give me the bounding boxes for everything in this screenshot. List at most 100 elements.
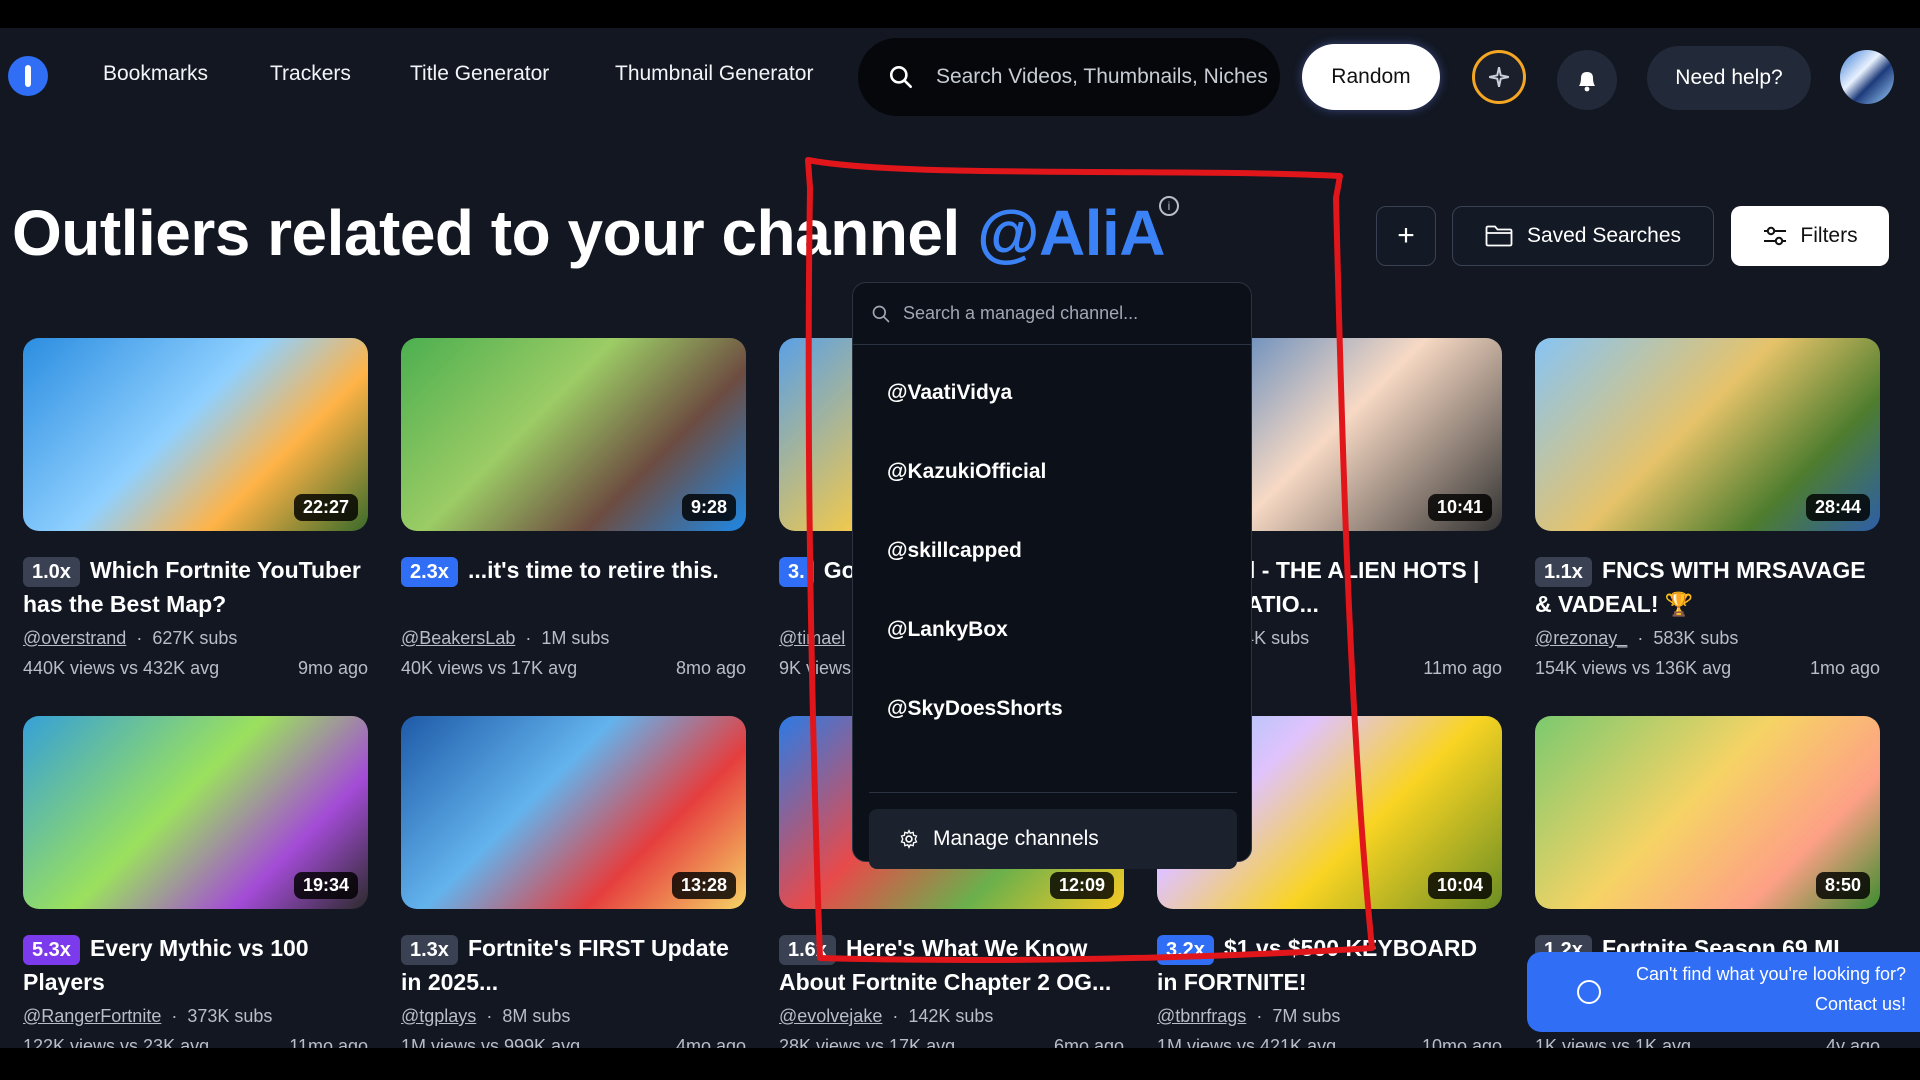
separator-dot: ·: [882, 1006, 909, 1026]
separator-dot: ·: [476, 1006, 503, 1026]
separator-dot: ·: [1627, 628, 1654, 648]
channel-handle-link[interactable]: @evolvejake: [779, 1006, 882, 1026]
contact-chat-widget[interactable]: Can't find what you're looking for? Cont…: [1527, 952, 1920, 1032]
view-stats: 40K views vs 17K avg 8mo ago: [401, 658, 746, 679]
subscriber-count: 627K subs: [152, 628, 238, 648]
channel-option[interactable]: @SkyDoesShorts: [887, 697, 1063, 721]
need-help-button[interactable]: Need help?: [1647, 46, 1811, 110]
channel-meta: @RangerFortnite · 373K subs: [23, 1006, 272, 1027]
outlier-score-badge: 1.0x: [23, 557, 80, 587]
search-icon: [872, 305, 890, 322]
chat-line-1: Can't find what you're looking for?: [1635, 964, 1906, 984]
logo-icon[interactable]: [8, 56, 48, 96]
video-title[interactable]: 3.2x $1 vs $500 KEYBOARD in FORTNITE!: [1157, 931, 1502, 999]
video-title[interactable]: 2.3x ...it's time to retire this.: [401, 553, 746, 621]
user-avatar[interactable]: [1840, 50, 1894, 104]
manage-channels-button[interactable]: Manage channels: [869, 809, 1237, 869]
duration-badge: 10:04: [1427, 872, 1492, 899]
video-thumbnail[interactable]: 28:44: [1535, 338, 1880, 531]
upload-age: 4mo ago: [675, 1036, 746, 1048]
info-icon[interactable]: i: [1159, 196, 1179, 216]
random-button[interactable]: Random: [1302, 44, 1440, 110]
nav-title-generator[interactable]: Title Generator: [410, 62, 549, 86]
channel-handle-link[interactable]: @overstrand: [23, 628, 126, 648]
view-stats: 1M views vs 421K avg 10mo ago: [1157, 1036, 1502, 1048]
filters-label: Filters: [1800, 224, 1858, 247]
video-title[interactable]: 1.6x Here's What We Know About Fortnite C…: [779, 931, 1124, 999]
nav-bookmarks[interactable]: Bookmarks: [103, 62, 208, 86]
duration-badge: 19:34: [293, 872, 358, 899]
channel-handle-link[interactable]: @tbnrfrags: [1157, 1006, 1246, 1026]
channel-meta: @rezonay_ · 583K subs: [1535, 628, 1738, 649]
channel-handle-link[interactable]: @BeakersLab: [401, 628, 515, 648]
duration-badge: 9:28: [681, 494, 736, 521]
filters-button[interactable]: Filters: [1731, 206, 1889, 266]
managed-channel-search-input[interactable]: Search a managed channel...: [853, 283, 1251, 345]
outlier-score-badge: 3.: [779, 557, 814, 587]
duration-badge: 12:09: [1049, 872, 1114, 899]
upload-age: 10mo ago: [1421, 1036, 1502, 1048]
channel-meta: @overstrand · 627K subs: [23, 628, 237, 649]
video-title-text: ...it's time to retire this.: [467, 557, 719, 583]
bell-icon[interactable]: [1557, 50, 1617, 110]
channel-option[interactable]: @VaatiVidya: [887, 381, 1012, 405]
subscriber-count: 8M subs: [502, 1006, 571, 1026]
saved-searches-button[interactable]: Saved Searches: [1452, 206, 1714, 266]
view-count: 122K views vs 23K avg: [23, 1036, 210, 1048]
search-icon: [889, 65, 912, 89]
outlier-score-badge: 3.2x: [1157, 935, 1214, 965]
video-thumbnail[interactable]: 22:27: [23, 338, 368, 531]
view-stats: 122K views vs 23K avg 11mo ago: [23, 1036, 368, 1048]
channel-option[interactable]: @skillcapped: [887, 539, 1022, 563]
separator-dot: ·: [126, 628, 153, 648]
video-title[interactable]: 5.3x Every Mythic vs 100 Players: [23, 931, 368, 999]
video-thumbnail[interactable]: 13:28: [401, 716, 746, 909]
nav-trackers[interactable]: Trackers: [270, 62, 351, 86]
view-stats: 154K views vs 136K avg 1mo ago: [1535, 658, 1880, 679]
separator-dot: ·: [1246, 1006, 1273, 1026]
saved-searches-label: Saved Searches: [1526, 224, 1682, 247]
channel-meta: @tgplays · 8M subs: [401, 1006, 570, 1027]
video-thumbnail[interactable]: 19:34: [23, 716, 368, 909]
outlier-score-badge: 5.3x: [23, 935, 80, 965]
view-count: 40K views vs 17K avg: [401, 658, 578, 678]
video-title[interactable]: 1.0x Which Fortnite YouTuber has the Best…: [23, 553, 368, 621]
subscriber-count: 373K subs: [187, 1006, 273, 1026]
separator-dot: ·: [161, 1006, 188, 1026]
subscriber-count: 583K subs: [1653, 628, 1739, 648]
sliders-icon: [1764, 226, 1787, 246]
channel-option[interactable]: @LankyBox: [887, 618, 1008, 642]
sparkle-icon[interactable]: [1472, 50, 1526, 104]
outlier-score-badge: 1.6x: [779, 935, 836, 965]
channel-handle-link[interactable]: @tgplays: [401, 1006, 476, 1026]
nav-thumbnail-generator[interactable]: Thumbnail Generator: [615, 62, 813, 86]
channel-handle-link[interactable]: @RangerFortnite: [23, 1006, 161, 1026]
divider: [869, 792, 1237, 793]
video-title[interactable]: 1.3x Fortnite's FIRST Update in 2025...: [401, 931, 746, 999]
manage-channels-label: Manage channels: [933, 827, 1099, 850]
video-thumbnail[interactable]: 8:50: [1535, 716, 1880, 909]
search-input[interactable]: Search Videos, Thumbnails, Niches: [858, 38, 1280, 116]
channel-selector[interactable]: @AliA: [977, 197, 1165, 269]
channel-option[interactable]: @KazukiOfficial: [887, 460, 1046, 484]
channel-handle-link[interactable]: @timael: [779, 628, 845, 648]
channel-meta: @timael: [779, 628, 845, 649]
view-stats: 440K views vs 432K avg 9mo ago: [23, 658, 368, 679]
gear-icon: [900, 829, 918, 849]
add-button[interactable]: +: [1376, 206, 1436, 266]
upload-age: 1mo ago: [1809, 658, 1880, 678]
video-thumbnail[interactable]: 9:28: [401, 338, 746, 531]
outlier-score-badge: 1.3x: [401, 935, 458, 965]
subscriber-count: 1M subs: [541, 628, 610, 648]
outlier-score-badge: 1.1x: [1535, 557, 1592, 587]
duration-badge: 10:41: [1427, 494, 1492, 521]
view-count: 1K views vs 1K avg: [1535, 1036, 1692, 1048]
search-placeholder: Search Videos, Thumbnails, Niches: [935, 65, 1268, 88]
app-window: Bookmarks Trackers Title Generator Thumb…: [0, 28, 1920, 1048]
view-count: 1M views vs 421K avg: [1157, 1036, 1337, 1048]
upload-age: 11mo ago: [1423, 658, 1502, 678]
channel-handle-link[interactable]: @rezonay_: [1535, 628, 1627, 648]
view-count: 28K views vs 17K avg: [779, 1036, 956, 1048]
video-title[interactable]: 1.1x FNCS WITH MRSAVAGE & VADEAL! 🏆: [1535, 553, 1880, 621]
chat-icon: [1577, 980, 1601, 1004]
